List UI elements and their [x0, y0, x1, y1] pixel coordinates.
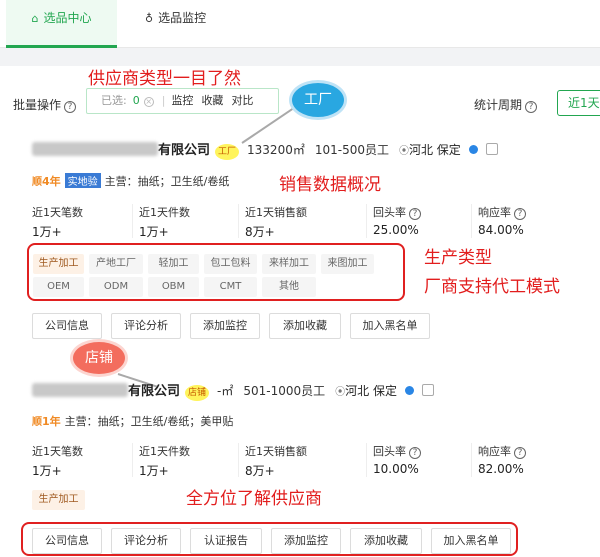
add-favorite-button[interactable]: 添加收藏 — [269, 313, 341, 339]
supplier-subinfo: 顺1年 主营：抽纸；卫生纸/卷纸；美甲贴 — [32, 413, 233, 429]
annotation-full-view: 全方位了解供应商 — [186, 489, 322, 509]
main-business: 主营：抽纸；卫生纸/卷纸 — [104, 175, 230, 188]
location: 河北 保定 — [345, 384, 397, 398]
batch-selection-box: 已选: 0 × | 监控 收藏 对比 — [86, 88, 279, 114]
company-name[interactable]: 有限公司 — [128, 384, 180, 399]
help-icon[interactable]: ? — [525, 101, 538, 113]
review-analysis-button[interactable]: 评论分析 — [111, 528, 181, 554]
location: 河北 保定 — [408, 143, 461, 157]
production-tag: 生产加工 — [32, 490, 85, 510]
review-analysis-button[interactable]: 评论分析 — [111, 313, 181, 339]
help-icon[interactable]: ? — [514, 447, 526, 459]
supplier-stats: 近1天笔数 1万+ 近1天件数 1万+ 近1天销售额 8万+ 回头率? 25.00% 响… — [32, 204, 592, 244]
stat-pieces: 近1天件数 1万+ — [132, 204, 238, 239]
company-name-blurred[interactable] — [32, 383, 128, 397]
production-tag: 生产加工 — [33, 254, 84, 274]
help-icon[interactable]: ? — [64, 101, 77, 113]
supplier-header: 有限公司 工厂 133200㎡ 101-500员工 ⦿河北 保定 — [32, 139, 498, 160]
annotation-sales-overview: 销售数据概况 — [279, 175, 381, 195]
stat-return-rate: 回头率? 10.00% — [366, 443, 471, 477]
supplier-header: 有限公司 店铺 -㎡ 501-1000员工 ⦿河北 保定 — [32, 380, 434, 401]
tab-selection-center[interactable]: ⌂ 选品中心 — [6, 0, 117, 48]
help-icon[interactable]: ? — [409, 447, 421, 459]
annotation-supplier-types: 供应商类型一目了然 — [88, 69, 241, 89]
tab-label: 选品中心 — [43, 11, 92, 25]
select-checkbox[interactable] — [421, 384, 434, 396]
supplier-subinfo: 顺4年 实地验 主营：抽纸；卫生纸/卷纸 — [32, 173, 229, 189]
help-icon[interactable]: ? — [409, 208, 421, 220]
stat-return-rate: 回头率? 25.00% — [366, 204, 471, 238]
production-tag: 产地工厂 — [89, 254, 143, 274]
select-checkbox[interactable] — [485, 143, 498, 155]
add-monitor-button[interactable]: 添加监控 — [271, 528, 341, 554]
batch-compare-button[interactable]: 对比 — [231, 94, 253, 107]
stat-sales: 近1天销售额 8万+ — [238, 204, 366, 239]
company-info-button[interactable]: 公司信息 — [32, 313, 102, 339]
company-name-blurred[interactable] — [32, 142, 158, 156]
stat-sales: 近1天销售额 8万+ — [238, 443, 366, 478]
supplier-stats: 近1天笔数 1万+ 近1天件数 1万+ 近1天销售额 8万+ 回头率? 10.00% 响… — [32, 443, 592, 483]
stat-orders: 近1天笔数 1万+ — [32, 206, 83, 239]
shop-tag: 店铺 — [185, 385, 210, 401]
stat-response-rate: 响应率? 82.00% — [471, 443, 581, 477]
user-icon: ♁ — [145, 12, 154, 25]
years-badge: 顺4年 — [32, 175, 61, 188]
stat-pieces: 近1天件数 1万+ — [132, 443, 238, 478]
production-tag: OEM — [33, 277, 84, 297]
production-tag: 来样加工 — [262, 254, 316, 274]
area: 133200㎡ — [247, 143, 305, 157]
annotation-production-type: 生产类型 — [424, 248, 492, 268]
batch-operation-label: 批量操作? — [13, 96, 77, 113]
production-tag: 其他 — [262, 277, 316, 297]
verified-icon — [404, 386, 414, 395]
tab-label: 选品监控 — [158, 11, 207, 25]
batch-favorite-button[interactable]: 收藏 — [201, 94, 223, 107]
factory-tag: 工厂 — [215, 144, 240, 160]
stat-period-label: 统计周期? — [474, 96, 538, 113]
shop-badge: 店铺 — [70, 339, 128, 377]
location-icon: ⦿ — [398, 146, 409, 157]
production-tag: 来图加工 — [321, 254, 374, 274]
stat-response-rate: 响应率? 84.00% — [471, 204, 581, 238]
add-blacklist-button[interactable]: 加入黑名单 — [431, 528, 511, 554]
annotation-oem-support: 厂商支持代工模式 — [424, 277, 560, 297]
top-tab-bar: ⌂ 选品中心 ♁ 选品监控 — [0, 0, 600, 48]
production-tag: 包工包料 — [204, 254, 257, 274]
main-business: 主营：抽纸；卫生纸/卷纸；美甲贴 — [64, 415, 234, 428]
certification-report-button[interactable]: 认证报告 — [190, 528, 262, 554]
tab-selection-monitor[interactable]: ♁ 选品监控 — [145, 0, 235, 48]
clear-icon[interactable]: × — [143, 97, 154, 107]
add-favorite-button[interactable]: 添加收藏 — [350, 528, 422, 554]
batch-monitor-button[interactable]: 监控 — [171, 94, 193, 107]
period-select[interactable]: 近1天 — [557, 90, 600, 116]
location-icon: ⦿ — [335, 387, 346, 398]
area: -㎡ — [217, 384, 234, 398]
production-tag: CMT — [204, 277, 257, 297]
company-name[interactable]: 有限公司 — [158, 143, 210, 158]
add-blacklist-button[interactable]: 加入黑名单 — [350, 313, 430, 339]
selected-count: 0 — [132, 94, 140, 107]
staff-count: 101-500员工 — [314, 143, 389, 157]
stat-orders: 近1天笔数 1万+ — [32, 445, 83, 478]
onsite-verified-tag: 实地验 — [64, 173, 101, 188]
production-tag: 轻加工 — [148, 254, 199, 274]
add-monitor-button[interactable]: 添加监控 — [190, 313, 260, 339]
help-icon[interactable]: ? — [514, 208, 526, 220]
verified-icon — [468, 145, 478, 154]
staff-count: 501-1000员工 — [243, 384, 326, 398]
production-tag: ODM — [89, 277, 143, 297]
production-tag: OBM — [148, 277, 199, 297]
company-info-button[interactable]: 公司信息 — [32, 528, 102, 554]
home-icon: ⌂ — [31, 12, 39, 25]
factory-badge: 工厂 — [289, 80, 347, 120]
years-badge: 顺1年 — [32, 415, 61, 428]
